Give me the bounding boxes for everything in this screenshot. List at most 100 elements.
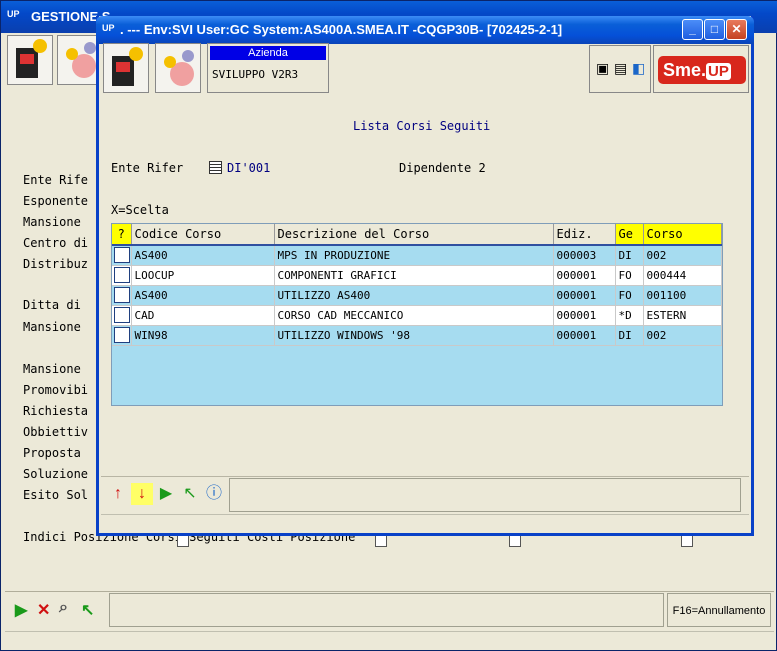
dialog-title: . --- Env:SVI User:GC System:AS400A.SMEA…: [120, 22, 563, 37]
cell-codice: LOOCUP: [131, 265, 275, 286]
azienda-label: Azienda: [210, 46, 326, 60]
cell-ge: *D: [615, 305, 644, 326]
cell-descrizione: UTILIZZO WINDOWS '98: [274, 325, 554, 346]
dialog-action-bar: ↑ ↓ ▶ ↖ ⓘ: [101, 476, 749, 512]
dialog-status-box: [229, 478, 741, 512]
dialog-toolbar: Azienda SVILUPPO V2R3 ▣ ▤ ◧ Sme. UP: [101, 43, 749, 95]
cell-ge: DI: [615, 245, 644, 266]
bg-label-centro: Centro di: [23, 236, 89, 250]
cell-ediz: 000001: [553, 285, 616, 306]
notes-icon[interactable]: ▤: [614, 60, 627, 77]
bg-label-promovibi: Promovibi: [23, 383, 89, 397]
terminal-logo-icon: [7, 35, 53, 85]
app-up-icon: UP: [7, 9, 20, 19]
cell-corso: 001100: [643, 285, 722, 306]
arrow-up-icon[interactable]: ↑: [107, 483, 129, 505]
bg-label-mansione-2: Mansione: [23, 320, 81, 334]
table-row[interactable]: AS400 MPS IN PRODUZIONE 000003 DI 002: [112, 245, 722, 266]
bg-label-mansione-3: Mansione: [23, 362, 81, 376]
page-title: Lista Corsi Seguiti: [353, 119, 491, 133]
bg-checkbox-costi[interactable]: [509, 535, 521, 547]
azienda-value: SVILUPPO V2R3: [212, 68, 299, 81]
table-header-row: ? Codice Corso Descrizione del Corso Edi…: [112, 224, 722, 246]
bg-label-ente: Ente Rife: [23, 173, 89, 187]
row-select-checkbox[interactable]: [114, 327, 130, 343]
f16-annullamento-button[interactable]: F16=Annullamento: [667, 593, 771, 627]
bg-label-esponente: Esponente: [23, 194, 89, 208]
cell-corso: ESTERN: [643, 305, 722, 326]
row-select-checkbox[interactable]: [114, 247, 130, 264]
dialog-titlebar[interactable]: UP . --- Env:SVI User:GC System:AS400A.S…: [96, 16, 754, 44]
background-status-box: [109, 593, 664, 627]
bg-checkbox-indici[interactable]: [177, 535, 189, 547]
column-header-help[interactable]: ?: [112, 224, 132, 246]
cell-descrizione: MPS IN PRODUZIONE: [274, 245, 554, 266]
x-scelta-label: X=Scelta: [111, 203, 169, 217]
courses-grid: ? Codice Corso Descrizione del Corso Edi…: [111, 223, 723, 406]
ente-rifer-label: Ente Rifer: [111, 161, 184, 175]
back-arrow-icon[interactable]: ↖: [81, 600, 94, 620]
bg-label-distribuz: Distribuz: [23, 257, 89, 271]
bg-label-mansione: Mansione: [23, 215, 81, 229]
cancel-x-icon[interactable]: ✕: [37, 600, 50, 620]
terminal-logo-icon: [103, 43, 149, 93]
bg-label-richiesta: Richiesta: [23, 404, 89, 418]
table-row[interactable]: LOOCUP COMPONENTI GRAFICI 000001 FO 0004…: [112, 265, 722, 286]
cell-corso: 000444: [643, 265, 722, 286]
column-header-codice[interactable]: Codice Corso: [131, 224, 275, 246]
close-button[interactable]: ✕: [726, 19, 747, 40]
cell-corso: 002: [643, 245, 722, 266]
book-icon[interactable]: ◧: [632, 60, 645, 77]
row-select-checkbox[interactable]: [114, 307, 130, 323]
bg-label-esito: Esito Sol: [23, 488, 89, 502]
row-select-checkbox[interactable]: [114, 267, 130, 283]
cell-ediz: 000001: [553, 325, 616, 346]
column-header-corso[interactable]: Corso: [643, 224, 722, 246]
cell-ge: FO: [615, 285, 644, 306]
column-header-ediz[interactable]: Ediz.: [553, 224, 616, 246]
bg-checkbox-corsi[interactable]: [375, 535, 387, 547]
cell-ediz: 000001: [553, 305, 616, 326]
cell-codice: AS400: [131, 245, 275, 266]
cell-descrizione: UTILIZZO AS400: [274, 285, 554, 306]
ente-rifer-value[interactable]: DI'001: [227, 161, 270, 175]
arrow-down-icon[interactable]: ↓: [131, 483, 153, 505]
cell-codice: CAD: [131, 305, 275, 326]
smeup-logo: Sme. UP: [658, 56, 746, 84]
toolbar-icons-box: ▣ ▤ ◧: [589, 45, 651, 93]
bg-label-proposta: Proposta: [23, 446, 81, 460]
play-icon[interactable]: ▶: [155, 483, 177, 505]
table-row[interactable]: CAD CORSO CAD MECCANICO 000001 *D ESTERN: [112, 305, 722, 326]
bg-label-soluzione: Soluzione: [23, 467, 89, 481]
cell-descrizione: CORSO CAD MECCANICO: [274, 305, 554, 326]
search-icon[interactable]: ⌕: [59, 599, 68, 617]
palette-icon[interactable]: ▣: [596, 60, 609, 77]
bg-checkbox-posizione[interactable]: [681, 535, 693, 547]
cell-ge: DI: [615, 325, 644, 346]
bg-label-ditta: Ditta di: [23, 298, 81, 312]
minimize-button[interactable]: _: [682, 19, 703, 40]
table-row[interactable]: WIN98 UTILIZZO WINDOWS '98 000001 DI 002: [112, 325, 722, 346]
cell-descrizione: COMPONENTI GRAFICI: [274, 265, 554, 286]
dialog-up-icon: UP: [102, 23, 115, 33]
cell-ediz: 000003: [553, 245, 616, 266]
play-icon[interactable]: ▶: [15, 600, 27, 620]
info-icon[interactable]: ⓘ: [203, 483, 225, 505]
column-header-descrizione[interactable]: Descrizione del Corso: [274, 224, 554, 246]
row-select-checkbox[interactable]: [114, 287, 130, 303]
maximize-button[interactable]: □: [704, 19, 725, 40]
cell-ediz: 000001: [553, 265, 616, 286]
back-arrow-icon[interactable]: ↖: [179, 483, 201, 505]
column-header-ge[interactable]: Ge: [615, 224, 644, 246]
cell-ge: FO: [615, 265, 644, 286]
cell-codice: AS400: [131, 285, 275, 306]
smeup-spheres-logo-icon: [155, 43, 201, 93]
azienda-box: Azienda SVILUPPO V2R3: [207, 43, 329, 93]
dialog-horizontal-scrollbar[interactable]: [101, 514, 749, 532]
bg-label-obbiettiv: Obbiettiv: [23, 425, 89, 439]
smeup-logo-box: Sme. UP: [653, 45, 749, 93]
dipendente-label: Dipendente 2: [399, 161, 486, 175]
table-icon[interactable]: [209, 161, 222, 174]
table-row[interactable]: AS400 UTILIZZO AS400 000001 FO 001100: [112, 285, 722, 306]
background-horizontal-scrollbar[interactable]: [5, 631, 774, 647]
